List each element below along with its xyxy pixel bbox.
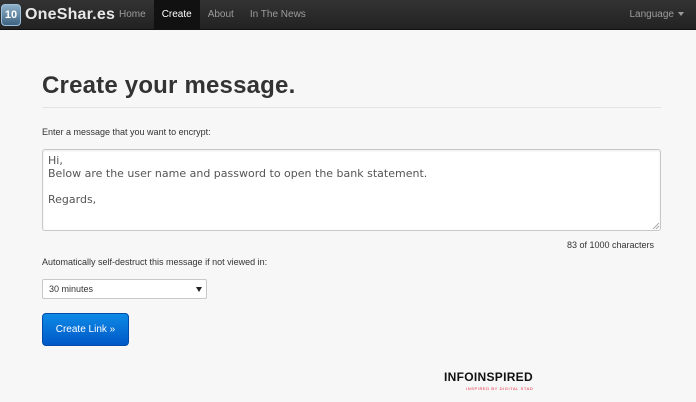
resize-grip-icon[interactable] <box>652 222 660 230</box>
title-divider <box>42 107 661 108</box>
brand-name[interactable]: OneShar.es <box>25 6 115 24</box>
language-dropdown[interactable]: Language <box>629 0 684 30</box>
app-logo-icon: 10 <box>1 4 21 26</box>
nav-in-the-news[interactable]: In The News <box>242 0 314 30</box>
self-destruct-label: Automatically self-destruct this message… <box>42 257 268 267</box>
caret-down-icon <box>678 12 684 17</box>
nav-about[interactable]: About <box>200 0 242 30</box>
language-label: Language <box>629 9 675 20</box>
page-title: Create your message. <box>42 72 296 99</box>
message-label: Enter a message that you want to encrypt… <box>42 127 211 137</box>
create-link-button[interactable]: Create Link » <box>42 313 129 346</box>
message-textarea[interactable] <box>42 149 661 231</box>
select-caret-icon <box>196 287 202 292</box>
nav-create[interactable]: Create <box>153 0 200 30</box>
nav-home[interactable]: Home <box>111 0 154 30</box>
watermark-logo: INFOINSPIRED INSPIRED BY DIGITAL STAD <box>444 370 556 398</box>
watermark-text: INFOINSPIRED <box>444 370 533 384</box>
top-navbar: 10 OneShar.es Home Create About In The N… <box>0 0 696 30</box>
watermark-main: INFOINSPIRED <box>444 370 556 384</box>
self-destruct-selected-value: 30 minutes <box>49 284 94 294</box>
self-destruct-select[interactable]: 30 minutes <box>42 279 207 299</box>
watermark-subtitle: INSPIRED BY DIGITAL STAD <box>466 386 534 391</box>
character-counter: 83 of 1000 characters <box>566 240 654 250</box>
main-nav: Home Create About In The News <box>111 0 314 30</box>
brand[interactable]: 10 OneShar.es <box>0 0 115 30</box>
